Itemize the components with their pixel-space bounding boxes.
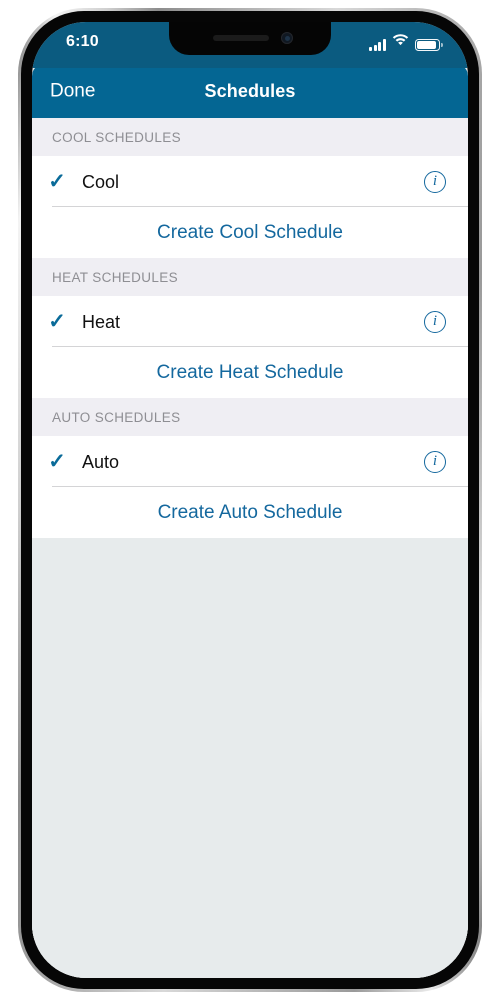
info-icon[interactable]: i [424,310,446,333]
schedule-name-label: Cool [82,171,120,192]
schedule-row-cool[interactable]: ✓ Cool i [32,156,468,207]
schedule-row-heat[interactable]: ✓ Heat i [32,296,468,347]
checkmark-icon: ✓ [48,450,66,473]
cellular-signal-icon [369,39,386,51]
section-header-auto: AUTO SCHEDULES [32,398,468,436]
checkmark-icon: ✓ [48,310,66,333]
create-auto-schedule-button[interactable]: Create Auto Schedule [158,503,343,522]
section-header-heat: HEAT SCHEDULES [32,258,468,296]
earpiece-speaker-icon [213,35,269,41]
create-cool-schedule-button[interactable]: Create Cool Schedule [157,223,343,242]
navigation-bar: Done Schedules [32,64,468,118]
page-title: Schedules [204,81,296,101]
section-header-cool: COOL SCHEDULES [32,118,468,156]
notch [169,22,331,55]
modal-sheet: Done Schedules COOL SCHEDULES ✓ Cool i C… [32,64,468,978]
battery-icon [415,39,443,51]
checkmark-icon: ✓ [48,170,66,193]
table-empty-area [32,538,468,938]
phone-screen: 6:10 Done Schedules COOL SCHEDULES ✓ Coo… [32,22,468,978]
front-camera-icon [281,32,293,44]
create-auto-schedule-row[interactable]: Create Auto Schedule [32,487,468,538]
schedule-name-label: Heat [82,311,121,332]
info-icon[interactable]: i [424,450,446,473]
status-time: 6:10 [66,33,99,50]
create-heat-schedule-row[interactable]: Create Heat Schedule [32,347,468,398]
create-heat-schedule-button[interactable]: Create Heat Schedule [157,363,344,382]
schedule-name-label: Auto [82,451,120,472]
schedule-row-auto[interactable]: ✓ Auto i [32,436,468,487]
create-cool-schedule-row[interactable]: Create Cool Schedule [32,207,468,258]
info-icon[interactable]: i [424,170,446,193]
wifi-icon [392,33,409,51]
status-icons [369,33,443,51]
schedules-table: COOL SCHEDULES ✓ Cool i Create Cool Sche… [32,118,468,978]
